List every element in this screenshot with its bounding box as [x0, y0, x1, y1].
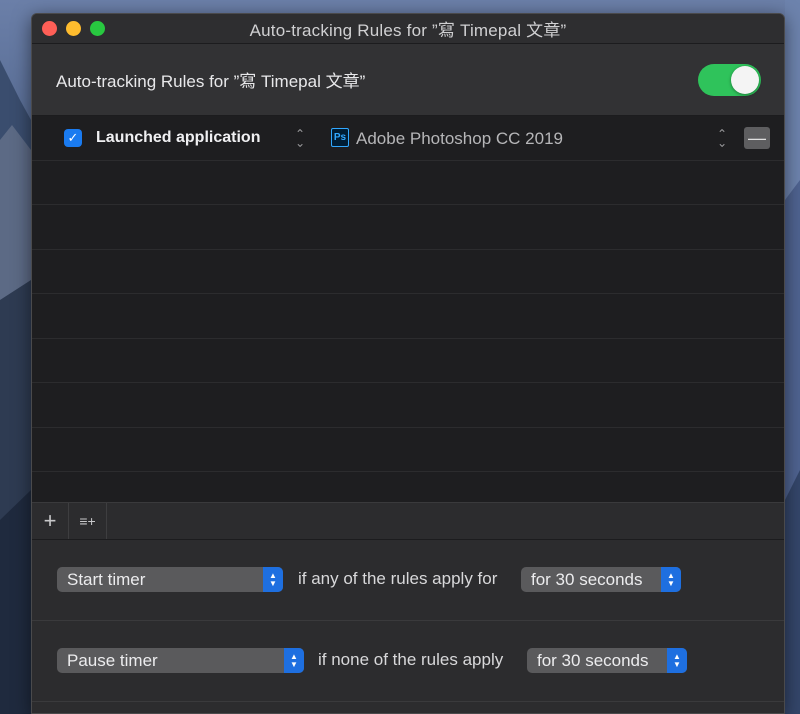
rule-row[interactable]: ✓ Launched application ⌃ ⌃ Ps Adobe Photo…: [32, 116, 784, 161]
add-list-icon: ≡+: [79, 513, 96, 529]
remove-rule-button[interactable]: —: [744, 127, 770, 149]
empty-row: [32, 383, 784, 428]
app-stepper-icon[interactable]: ⌃ ⌃: [716, 128, 728, 149]
empty-row: [32, 205, 784, 250]
rules-list: ✓ Launched application ⌃ ⌃ Ps Adobe Photo…: [32, 116, 784, 502]
pause-timer-row: Pause timer ▲ ▼ if none of the rules appl…: [32, 621, 784, 702]
zoom-window-button[interactable]: [90, 21, 105, 36]
window-controls: [42, 21, 105, 36]
rules-window: Auto-tracking Rules for ”寫 Timepal 文章” A…: [31, 13, 785, 714]
photoshop-icon: Ps: [331, 128, 349, 147]
pause-duration-label: for 30 seconds: [537, 650, 649, 670]
window-title: Auto-tracking Rules for ”寫 Timepal 文章”: [249, 21, 567, 40]
toggle-knob: [731, 66, 759, 94]
pause-duration-popup[interactable]: for 30 seconds ▲ ▼: [527, 648, 687, 673]
chevron-up-down-icon: ▲ ▼: [263, 567, 283, 592]
minimize-window-button[interactable]: [66, 21, 81, 36]
start-action-popup[interactable]: Start timer ▲ ▼: [57, 567, 283, 592]
start-timer-row: Start timer ▲ ▼ if any of the rules apply…: [32, 540, 784, 621]
empty-row: [32, 294, 784, 339]
plus-icon: +: [43, 508, 57, 533]
rule-type-label[interactable]: Launched application: [96, 129, 260, 147]
start-condition-text: if any of the rules apply for: [298, 569, 498, 588]
start-action-label: Start timer: [67, 569, 146, 589]
empty-row: [32, 250, 784, 294]
chevron-up-down-icon: ▲ ▼: [661, 567, 681, 592]
rule-enabled-checkbox[interactable]: ✓: [64, 129, 82, 147]
chevron-up-down-icon: ▲ ▼: [284, 648, 304, 673]
timer-settings: Start timer ▲ ▼ if any of the rules apply…: [32, 540, 784, 702]
rules-header: Auto-tracking Rules for ”寫 Timepal 文章”: [32, 44, 784, 116]
start-duration-label: for 30 seconds: [531, 569, 643, 589]
chevron-up-down-icon: ▲ ▼: [667, 648, 687, 673]
add-rule-button[interactable]: +: [32, 503, 69, 539]
pause-condition-text: if none of the rules apply: [318, 650, 504, 669]
pause-action-popup[interactable]: Pause timer ▲ ▼: [57, 648, 304, 673]
empty-row: [32, 428, 784, 472]
empty-row: [32, 161, 784, 205]
add-rule-group-button[interactable]: ≡+: [69, 503, 107, 539]
pause-action-label: Pause timer: [67, 650, 158, 670]
rule-type-stepper-icon[interactable]: ⌃ ⌃: [294, 128, 306, 149]
auto-tracking-toggle[interactable]: [698, 64, 761, 96]
start-duration-popup[interactable]: for 30 seconds ▲ ▼: [521, 567, 681, 592]
title-bar: Auto-tracking Rules for ”寫 Timepal 文章”: [32, 14, 784, 44]
header-title: Auto-tracking Rules for ”寫 Timepal 文章”: [56, 72, 366, 91]
rules-toolbar: + ≡+: [32, 502, 784, 540]
empty-row: [32, 339, 784, 383]
close-window-button[interactable]: [42, 21, 57, 36]
rule-app-name[interactable]: Adobe Photoshop CC 2019: [356, 129, 563, 149]
